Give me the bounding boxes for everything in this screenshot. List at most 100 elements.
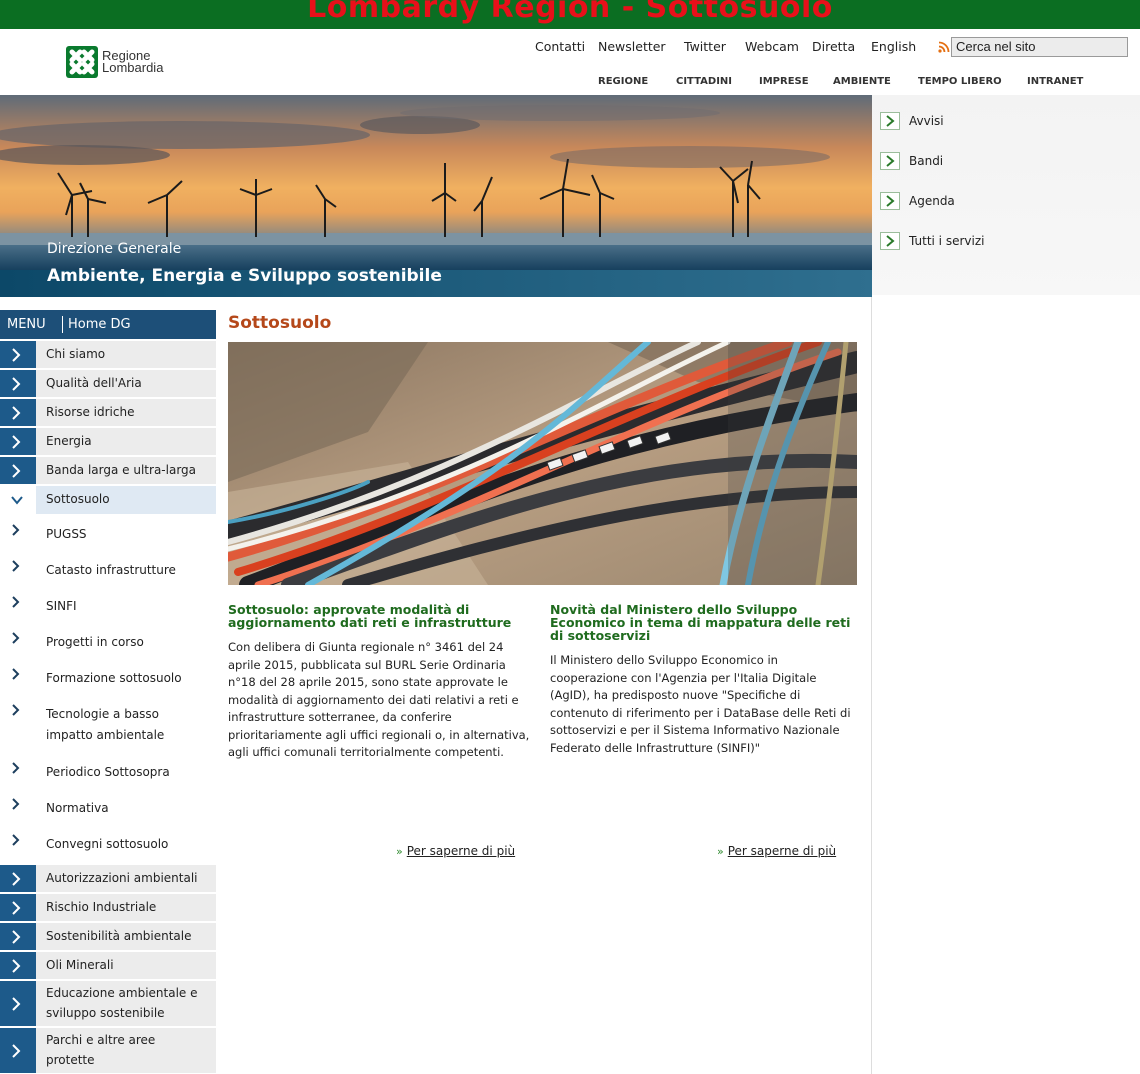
sidebar-item-label: Risorse idriche — [46, 405, 135, 419]
sidebar-item-sottosuolo[interactable]: Sottosuolo — [0, 486, 216, 514]
chevron-right-icon — [880, 112, 900, 130]
nav-intranet[interactable]: INTRANET — [1027, 76, 1083, 87]
home-dg-link[interactable]: Home DG — [68, 317, 131, 332]
double-chevron-icon: » — [717, 845, 724, 858]
sidebar-item-label-line2: impatto ambientale — [46, 728, 165, 742]
chevron-right-icon — [0, 826, 36, 862]
sidebar-item-label: SINFI — [46, 599, 77, 613]
menu-header: MENU Home DG — [0, 310, 216, 339]
sidebar-item-label: Energia — [46, 434, 92, 448]
right-column-divider — [871, 297, 872, 1074]
sidebar-item-educazione[interactable]: Educazione ambientale e sviluppo sosteni… — [0, 981, 216, 1027]
sidebar-item-energia[interactable]: Energia — [0, 428, 216, 456]
nav-regione[interactable]: REGIONE — [598, 76, 648, 87]
main-nav: REGIONE CITTADINI IMPRESE AMBIENTE TEMPO… — [0, 76, 1140, 90]
read-more-label: Per saperne di più — [406, 844, 516, 858]
sidebar-item-label: Sottosuolo — [46, 492, 110, 506]
sidebar-item-risorse-idriche[interactable]: Risorse idriche — [0, 399, 216, 427]
news-item-2: Novità dal Ministero dello Sviluppo Econ… — [550, 603, 855, 757]
chevron-right-icon — [0, 754, 36, 790]
sidebar-item-label: Banda larga e ultra-larga — [46, 463, 197, 477]
diretta-link[interactable]: Diretta — [812, 39, 855, 54]
quicklink-label: Agenda — [909, 194, 955, 208]
sidebar-item-sostenibilita[interactable]: Sostenibilità ambientale — [0, 923, 216, 951]
double-chevron-icon: » — [396, 845, 403, 858]
contatti-link[interactable]: Contatti — [535, 39, 585, 54]
sidebar-subitem-pugss[interactable]: PUGSS — [0, 516, 216, 552]
menu-title: MENU — [7, 317, 46, 332]
sidebar-item-label-line1: Educazione ambientale e — [46, 986, 198, 1000]
chevron-right-icon — [880, 192, 900, 210]
chevron-right-icon — [0, 341, 36, 368]
sidebar-subitem-sinfi[interactable]: SINFI — [0, 588, 216, 624]
sidebar-item-label: Autorizzazioni ambientali — [46, 871, 198, 885]
chevron-down-icon — [0, 486, 36, 514]
sidebar-item-label-line2: protette — [46, 1053, 95, 1067]
cables-trench-image — [228, 342, 857, 585]
sidebar-subitem-normativa[interactable]: Normativa — [0, 790, 216, 826]
sidebar-subitem-convegni[interactable]: Convegni sottosuolo — [0, 826, 216, 862]
quicklink-agenda[interactable]: Agenda — [880, 186, 1140, 214]
sidebar-item-autorizzazioni[interactable]: Autorizzazioni ambientali — [0, 865, 216, 893]
menu-separator — [62, 316, 63, 333]
chevron-right-icon — [0, 516, 36, 552]
page-title: Sottosuolo — [228, 313, 332, 333]
sidebar-subitem-tecnologie[interactable]: Tecnologie a basso impatto ambientale — [0, 696, 216, 750]
banner-title: Ambiente, Energia e Sviluppo sostenibile — [47, 266, 442, 286]
rss-icon[interactable] — [938, 41, 950, 53]
chevron-right-icon — [0, 399, 36, 426]
chevron-right-icon — [0, 865, 36, 892]
top-strip: Lombardy Region - Sottosuolo — [0, 0, 1140, 29]
chevron-right-icon — [0, 624, 36, 660]
chevron-right-icon — [880, 152, 900, 170]
sidebar-subitem-progetti[interactable]: Progetti in corso — [0, 624, 216, 660]
chevron-right-icon — [0, 1028, 36, 1073]
news-title[interactable]: Sottosuolo: approvate modalità di aggior… — [228, 603, 533, 629]
english-link[interactable]: English — [871, 39, 916, 54]
sidebar-item-label: Catasto infrastrutture — [46, 563, 176, 577]
sidebar-item-label: Normativa — [46, 801, 109, 815]
chevron-right-icon — [0, 696, 36, 750]
quicklink-avvisi[interactable]: Avvisi — [880, 106, 1140, 134]
sidebar-item-parchi[interactable]: Parchi e altre aree protette — [0, 1028, 216, 1074]
logo-line2: Lombardia — [102, 60, 164, 75]
sidebar-subitem-formazione[interactable]: Formazione sottosuolo — [0, 660, 216, 696]
chevron-right-icon — [0, 428, 36, 455]
news-body: Con delibera di Giunta regionale n° 3461… — [228, 640, 530, 759]
nav-tempo-libero[interactable]: TEMPO LIBERO — [918, 76, 1002, 87]
news-body: Il Ministero dello Sviluppo Economico in… — [550, 653, 851, 755]
sidebar-subitem-periodico[interactable]: Periodico Sottosopra — [0, 754, 216, 790]
newsletter-link[interactable]: Newsletter — [598, 39, 666, 54]
sidebar-item-chi-siamo[interactable]: Chi siamo — [0, 341, 216, 369]
chevron-right-icon — [880, 232, 900, 250]
chevron-right-icon — [0, 894, 36, 921]
sidebar-item-qualita-aria[interactable]: Qualità dell'Aria — [0, 370, 216, 398]
chevron-right-icon — [0, 660, 36, 696]
twitter-link[interactable]: Twitter — [684, 39, 726, 54]
quicklink-label: Tutti i servizi — [909, 234, 985, 248]
quicklink-bandi[interactable]: Bandi — [880, 146, 1140, 174]
search-input[interactable]: Cerca nel sito — [951, 37, 1128, 57]
nav-cittadini[interactable]: CITTADINI — [676, 76, 732, 87]
sidebar-item-label: PUGSS — [46, 527, 87, 541]
top-strip-text: Lombardy Region - Sottosuolo — [307, 0, 833, 25]
nav-imprese[interactable]: IMPRESE — [759, 76, 809, 87]
sidebar-item-rischio-industriale[interactable]: Rischio Industriale — [0, 894, 216, 922]
webcam-link[interactable]: Webcam — [745, 39, 799, 54]
sidebar-subitem-catasto[interactable]: Catasto infrastrutture — [0, 552, 216, 588]
sidebar-item-oli-minerali[interactable]: Oli Minerali — [0, 952, 216, 980]
sidebar-item-label: Progetti in corso — [46, 635, 144, 649]
quicklink-tutti-i-servizi[interactable]: Tutti i servizi — [880, 226, 1140, 254]
sidebar-item-label: Chi siamo — [46, 347, 106, 361]
news-title[interactable]: Novità dal Ministero dello Sviluppo Econ… — [550, 603, 855, 642]
read-more-link-1[interactable]: » Per saperne di più — [396, 844, 515, 858]
nav-ambiente[interactable]: AMBIENTE — [833, 76, 891, 87]
read-more-link-2[interactable]: » Per saperne di più — [717, 844, 836, 858]
banner-label: Direzione Generale — [47, 241, 182, 257]
chevron-right-icon — [0, 952, 36, 979]
sidebar-item-banda-larga[interactable]: Banda larga e ultra-larga — [0, 457, 216, 485]
sidebar-item-label: Oli Minerali — [46, 958, 114, 972]
sidebar-item-label-line1: Parchi e altre aree — [46, 1033, 156, 1047]
news-item-1: Sottosuolo: approvate modalità di aggior… — [228, 603, 533, 762]
sidebar-item-label: Rischio Industriale — [46, 900, 157, 914]
